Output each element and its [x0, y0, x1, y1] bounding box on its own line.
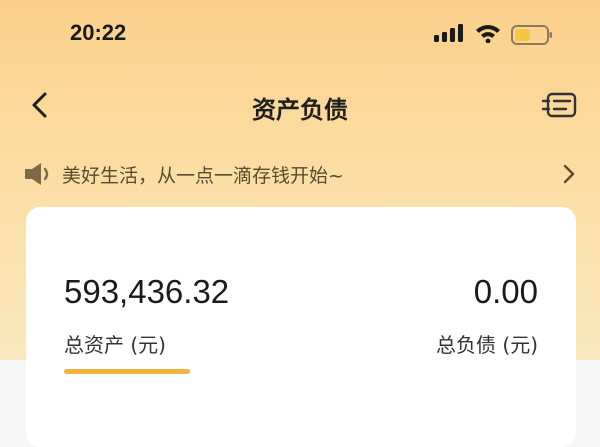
navigation-bar: 资产负债 — [0, 80, 600, 130]
battery-icon — [511, 25, 552, 45]
chevron-right-icon — [563, 164, 575, 184]
tab-total-debt[interactable]: 总负债 (元) — [436, 329, 538, 358]
total-assets-value: 593,436.32 — [64, 273, 230, 310]
status-time: 20:22 — [70, 20, 127, 45]
balance-summary-card: 593,436.32 0.00 总资产 (元) 总负债 (元) — [26, 207, 576, 447]
total-debt-value: 0.00 — [473, 273, 538, 310]
page-title: 资产负债 — [252, 96, 348, 124]
notice-banner[interactable]: 美好生活，从一点一滴存钱开始~ — [0, 154, 600, 194]
status-bar: 20:22 — [0, 0, 600, 70]
bill-list-icon[interactable] — [542, 92, 578, 118]
notice-text: 美好生活，从一点一滴存钱开始~ — [62, 165, 344, 187]
speaker-icon — [25, 163, 49, 185]
cellular-signal-icon — [434, 24, 463, 42]
tab-total-assets[interactable]: 总资产 (元) — [64, 329, 166, 358]
active-tab-indicator — [64, 369, 190, 374]
wifi-icon — [476, 25, 500, 43]
